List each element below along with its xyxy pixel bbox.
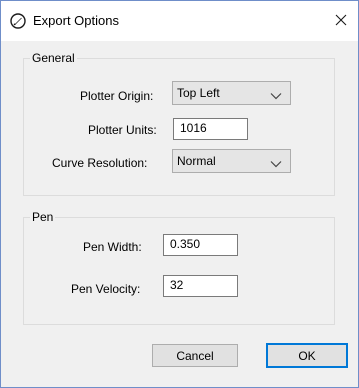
curve-resolution-label: Curve Resolution: bbox=[52, 156, 148, 170]
plotter-origin-select[interactable]: Top Left bbox=[172, 81, 291, 105]
pen-velocity-label: Pen Velocity: bbox=[71, 282, 141, 296]
title-bar: Export Options bbox=[1, 1, 358, 41]
close-icon bbox=[335, 14, 347, 29]
plotter-units-field[interactable]: 1016 bbox=[173, 118, 248, 140]
pen-width-field[interactable]: 0.350 bbox=[163, 234, 238, 256]
plotter-origin-value: Top Left bbox=[177, 86, 220, 100]
pen-legend: Pen bbox=[32, 210, 54, 224]
plotter-units-label: Plotter Units: bbox=[88, 123, 157, 137]
pen-nib-icon bbox=[10, 13, 26, 29]
export-options-dialog: Export Options General Plotter Origin: T… bbox=[0, 0, 359, 388]
cancel-button[interactable]: Cancel bbox=[152, 344, 238, 367]
chevron-down-icon bbox=[270, 89, 282, 100]
window-title: Export Options bbox=[33, 13, 119, 28]
general-legend: General bbox=[32, 51, 75, 65]
pen-width-label: Pen Width: bbox=[83, 240, 142, 254]
pen-velocity-field[interactable]: 32 bbox=[163, 275, 238, 297]
pen-group: Pen bbox=[23, 210, 335, 325]
curve-resolution-select[interactable]: Normal bbox=[172, 149, 291, 173]
curve-resolution-value: Normal bbox=[177, 154, 216, 168]
plotter-origin-label: Plotter Origin: bbox=[80, 89, 154, 103]
chevron-down-icon bbox=[270, 157, 282, 168]
close-button[interactable] bbox=[324, 1, 358, 41]
ok-button[interactable]: OK bbox=[266, 343, 348, 368]
